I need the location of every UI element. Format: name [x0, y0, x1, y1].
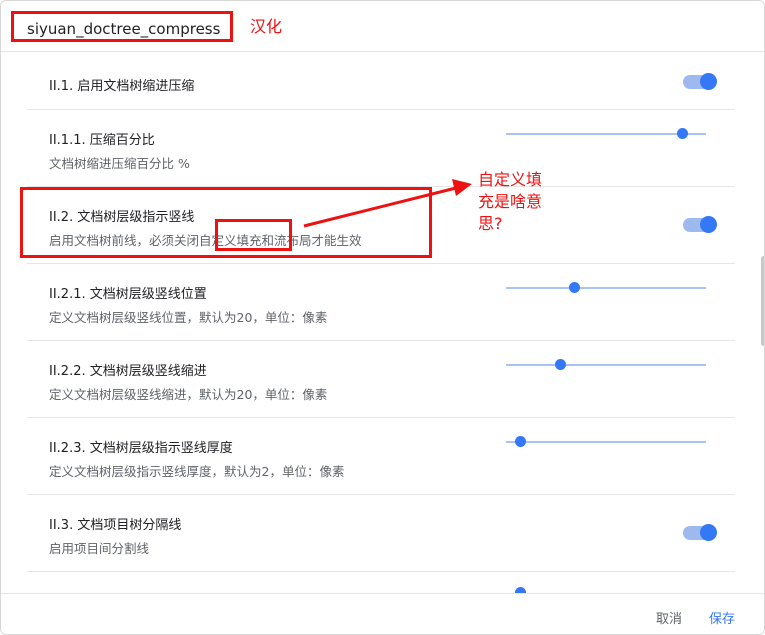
- setting-title: II.2. 文档树层级指示竖线: [49, 210, 195, 225]
- slider-thumb[interactable]: [555, 359, 566, 370]
- setting-row-line-indent: II.2.2. 文档树层级竖线缩进 定义文档树层级竖线缩进，默认为20，单位：像…: [27, 341, 735, 418]
- cutoff-slider[interactable]: [506, 585, 706, 593]
- slider-track: [506, 287, 706, 289]
- line-indent-slider[interactable]: [506, 357, 706, 373]
- setting-title: II.2.1. 文档树层级竖线位置: [49, 287, 207, 302]
- slider-thumb[interactable]: [569, 282, 580, 293]
- toggle-knob: [700, 216, 717, 233]
- line-thickness-slider[interactable]: [506, 434, 706, 450]
- setting-row-cutoff: [27, 572, 735, 593]
- setting-row-line-thickness: II.2.3. 文档树层级指示竖线厚度 定义文档树层级指示竖线厚度，默认为2，单…: [27, 418, 735, 495]
- slider-track: [506, 364, 706, 366]
- item-divider-toggle[interactable]: [683, 524, 717, 541]
- setting-description: 定义文档树层级指示竖线厚度，默认为2，单位：像素: [49, 464, 345, 479]
- toggle-knob: [700, 524, 717, 541]
- dialog-footer: 取消 保存: [1, 593, 764, 634]
- level-lines-toggle[interactable]: [683, 216, 717, 233]
- dialog-header: siyuan_doctree_compress: [1, 1, 764, 52]
- setting-row-compress-percent: II.1.1. 压缩百分比 文档树缩进压缩百分比 %: [27, 110, 735, 187]
- setting-row-level-lines: II.2. 文档树层级指示竖线 启用文档树前线，必须关闭自定义填充和流布局才能生…: [27, 187, 735, 264]
- setting-title: II.2.2. 文档树层级竖线缩进: [49, 364, 207, 379]
- setting-title: II.2.3. 文档树层级指示竖线厚度: [49, 441, 233, 456]
- slider-thumb[interactable]: [677, 128, 688, 139]
- setting-title: II.1. 启用文档树缩进压缩: [49, 79, 195, 94]
- slider-track: [506, 133, 706, 135]
- setting-title: II.3. 文档项目树分隔线: [49, 518, 182, 533]
- cancel-button[interactable]: 取消: [656, 608, 682, 627]
- setting-description: 定义文档树层级竖线缩进，默认为20，单位：像素: [49, 387, 328, 402]
- scrollbar[interactable]: [761, 256, 764, 346]
- slider-track: [506, 441, 706, 443]
- setting-description: 文档树缩进压缩百分比 %: [49, 156, 190, 171]
- slider-thumb[interactable]: [515, 436, 526, 447]
- setting-row-enable-compress: II.1. 启用文档树缩进压缩: [27, 53, 735, 110]
- setting-description: 启用项目间分割线: [49, 541, 150, 556]
- settings-dialog: siyuan_doctree_compress II.1. 启用文档树缩进压缩 …: [0, 0, 765, 635]
- setting-row-line-position: II.2.1. 文档树层级竖线位置 定义文档树层级竖线位置，默认为20，单位：像…: [27, 264, 735, 341]
- line-position-slider[interactable]: [506, 280, 706, 296]
- toggle-knob: [700, 73, 717, 90]
- save-button[interactable]: 保存: [709, 608, 735, 627]
- dialog-title: siyuan_doctree_compress: [27, 20, 221, 38]
- enable-compress-toggle[interactable]: [683, 73, 717, 90]
- setting-title: II.1.1. 压缩百分比: [49, 133, 155, 148]
- settings-list[interactable]: II.1. 启用文档树缩进压缩 II.1.1. 压缩百分比 文档树缩进压缩百分比…: [1, 53, 764, 593]
- compress-percent-slider[interactable]: [506, 126, 706, 142]
- setting-description: 启用文档树前线，必须关闭自定义填充和流布局才能生效: [49, 233, 362, 248]
- setting-description: 定义文档树层级竖线位置，默认为20，单位：像素: [49, 310, 328, 325]
- setting-row-item-divider: II.3. 文档项目树分隔线 启用项目间分割线: [27, 495, 735, 572]
